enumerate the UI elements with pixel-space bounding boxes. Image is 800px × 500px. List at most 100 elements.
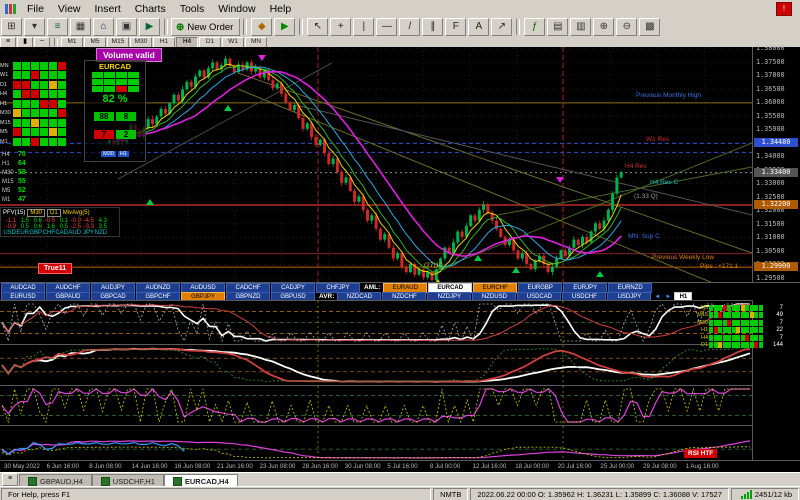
metaeditor-icon[interactable]: ◆: [251, 18, 272, 36]
heatmap-cell: [49, 100, 57, 108]
timeframe-m5[interactable]: M5: [84, 37, 106, 48]
strategy-tester-icon[interactable]: ▶: [139, 18, 160, 36]
mini-symbol-label: EURCAD: [87, 62, 143, 71]
svg-text:Pips : +171.1: Pips : +171.1: [700, 263, 739, 270]
tf-chip-h1[interactable]: H1: [118, 151, 129, 157]
indicator-panel-1[interactable]: [0, 300, 800, 344]
mini-grid-row: [87, 72, 143, 78]
indicator-panel-4[interactable]: [0, 425, 800, 460]
new-order-button[interactable]: ⊕New Order: [171, 18, 240, 36]
menu-tools[interactable]: Tools: [173, 2, 212, 16]
timeframe-h4[interactable]: H4: [176, 37, 198, 48]
heatmap-cell: [723, 320, 727, 326]
terminal-icon[interactable]: ▣: [116, 18, 137, 36]
time-axis[interactable]: 30 May 20226 Jun 16:008 Jun 08:0014 Jun …: [0, 460, 800, 472]
heatmap-cell: [732, 327, 736, 333]
bar-chart-icon[interactable]: ≡: [0, 37, 16, 48]
menu-charts[interactable]: Charts: [128, 2, 173, 16]
heatmap-cell: [128, 86, 139, 92]
indicator-panel-2[interactable]: [0, 344, 800, 385]
tile-windows-icon[interactable]: ▩: [639, 18, 660, 36]
horizontal-line-icon[interactable]: —: [376, 18, 397, 36]
oscillator-heatmap-row: H47: [694, 334, 783, 341]
tab-scroll-icon[interactable]: ≡: [2, 473, 18, 486]
heatmap-cell: [718, 305, 722, 311]
timeframe-m1[interactable]: M1: [61, 37, 83, 48]
currency-label: GBP: [29, 230, 42, 236]
heatmap-cell: [40, 81, 48, 89]
navigator-icon[interactable]: ⌂: [93, 18, 114, 36]
heatmap-cell: [58, 138, 66, 146]
crosshair-icon[interactable]: +: [330, 18, 351, 36]
heatmap-cell: [58, 100, 66, 108]
alert-icon[interactable]: !: [776, 2, 792, 16]
heatmap-cell: [49, 128, 57, 136]
price-axis[interactable]: 1.295001.300001.305001.310001.315001.320…: [752, 47, 800, 282]
menu-help[interactable]: Help: [263, 2, 299, 16]
tf-value-row: M147: [2, 195, 26, 204]
data-window-icon[interactable]: ▦: [70, 18, 91, 36]
timeframe-h1[interactable]: H1: [153, 37, 175, 48]
indicators-icon[interactable]: ƒ: [524, 18, 545, 36]
trendline-icon[interactable]: /: [399, 18, 420, 36]
currency-label: EUR: [16, 230, 29, 236]
menu-file[interactable]: File: [20, 2, 51, 16]
heatmap-cell: [22, 90, 30, 98]
zoom-out-icon[interactable]: ⊖: [616, 18, 637, 36]
app-logo-icon: [4, 3, 16, 15]
zoom-in-icon[interactable]: ⊕: [593, 18, 614, 36]
chart-window[interactable]: Previous Monthly HighW1 ResH4 ResH4 Res …: [0, 47, 800, 282]
menu-window[interactable]: Window: [211, 2, 262, 16]
timeframe-w1[interactable]: W1: [222, 37, 244, 48]
heatmap-cell: [22, 128, 30, 136]
line-chart-icon[interactable]: ~: [34, 37, 50, 48]
periods-icon[interactable]: ▤: [547, 18, 568, 36]
indicator-plot[interactable]: [0, 301, 752, 344]
cursor-icon[interactable]: ↖: [307, 18, 328, 36]
indicator-plot[interactable]: [0, 386, 752, 425]
timeframe-m30[interactable]: M30: [130, 37, 152, 48]
time-tick: 25 Jul 00:00: [600, 463, 634, 470]
menu-view[interactable]: View: [51, 2, 88, 16]
chart-tab-icon: [101, 477, 110, 486]
indicator-plot[interactable]: [0, 426, 752, 460]
heatmap-cell: [736, 327, 740, 333]
heatmap-cell: [709, 342, 713, 348]
strength-tf-d1[interactable]: D1: [47, 209, 61, 217]
heatmap-cell: [750, 335, 754, 341]
profiles-icon[interactable]: ▾: [24, 18, 45, 36]
indicator-panel-3[interactable]: [0, 385, 800, 425]
vertical-line-icon[interactable]: |: [353, 18, 374, 36]
indicator-plot[interactable]: [0, 345, 752, 385]
timeframe-mn[interactable]: MN: [245, 37, 267, 48]
strength-tf-m30[interactable]: M30: [27, 209, 45, 217]
heatmap-cell: [49, 119, 57, 127]
timeframe-d1[interactable]: D1: [199, 37, 221, 48]
templates-icon[interactable]: ▥: [570, 18, 591, 36]
tf-chip-m30[interactable]: M30: [101, 151, 116, 157]
heatmap-cell: [727, 342, 731, 348]
heatmap-cell: [22, 138, 30, 146]
indicator-panels: [0, 300, 800, 460]
channel-icon[interactable]: ∥: [422, 18, 443, 36]
heatmap-cell: [49, 90, 57, 98]
candle-chart-icon[interactable]: ▮: [17, 37, 33, 48]
heatmap-cell: [709, 335, 713, 341]
menu-insert[interactable]: Insert: [88, 2, 128, 16]
time-tick: 16 Jun 08:00: [174, 463, 210, 470]
heatmap-cell: [745, 342, 749, 348]
new-chart-icon[interactable]: ⊞: [1, 18, 22, 36]
text-icon[interactable]: A: [468, 18, 489, 36]
timeframe-m15[interactable]: M15: [107, 37, 129, 48]
mt4-window: FileViewInsertChartsToolsWindowHelp ! ⊞▾…: [0, 0, 800, 500]
heatmap-cell: [723, 327, 727, 333]
heatmap-row: H4: [0, 90, 67, 99]
fibonacci-icon[interactable]: F: [445, 18, 466, 36]
heatmap-cell: [750, 327, 754, 333]
market-watch-icon[interactable]: ≡: [47, 18, 68, 36]
heatmap-cell: [92, 72, 103, 78]
heatmap-cell: [759, 342, 763, 348]
arrow-tools-icon[interactable]: ↗: [491, 18, 512, 36]
chart-tabs-bar: ≡ GBPAUD,H4USDCHF,H1EURCAD,H4: [0, 472, 800, 487]
autotrading-icon[interactable]: ▶: [274, 18, 295, 36]
